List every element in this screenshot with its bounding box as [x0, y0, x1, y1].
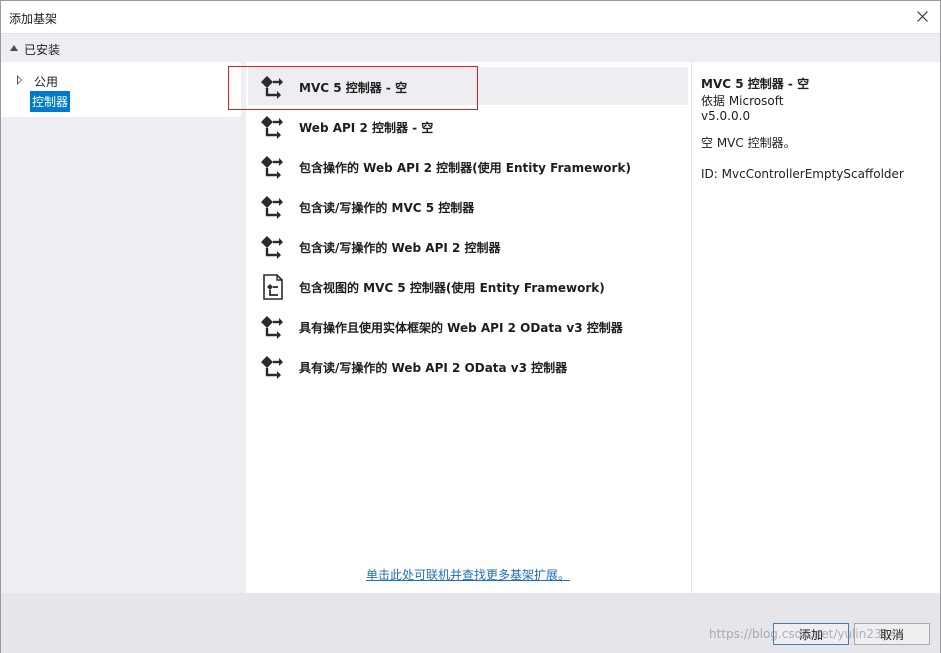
window-title: 添加基架	[9, 12, 58, 26]
close-button[interactable]	[910, 5, 934, 27]
button-bar: 添加 取消	[1, 593, 940, 653]
installed-label: 已安装	[24, 43, 61, 57]
detail-author: 依据 Microsoft	[701, 94, 784, 108]
category-tree: 公用 控制器	[1, 62, 241, 117]
expand-arrow-icon[interactable]	[17, 75, 22, 85]
tree-item-controller[interactable]: 控制器	[1, 90, 241, 112]
controller-icon	[261, 316, 283, 339]
template-list: MVC 5 控制器 - 空 Web API 2 控制器 - 空 包含操作的 We…	[246, 62, 691, 593]
controller-icon	[261, 116, 283, 139]
template-item[interactable]: 包含操作的 Web API 2 控制器(使用 Entity Framework)	[248, 147, 688, 185]
controller-icon	[261, 156, 283, 179]
template-label: 包含视图的 MVC 5 控制器(使用 Entity Framework)	[299, 281, 605, 295]
template-label: 包含读/写操作的 MVC 5 控制器	[299, 201, 475, 215]
template-label: 具有读/写操作的 Web API 2 OData v3 控制器	[299, 361, 568, 375]
add-scaffold-dialog: 添加基架 已安装 公用 控制器 MVC 5 控制器 - 空 Web API 2 …	[0, 0, 941, 653]
template-item[interactable]: 包含视图的 MVC 5 控制器(使用 Entity Framework)	[248, 267, 688, 305]
template-label: Web API 2 控制器 - 空	[299, 121, 434, 135]
detail-id: ID: MvcControllerEmptyScaffolder	[701, 167, 904, 181]
template-item[interactable]: 包含读/写操作的 Web API 2 控制器	[248, 227, 688, 265]
online-extensions-link[interactable]: 单击此处可联机并查找更多基架扩展。	[366, 566, 570, 583]
controller-icon	[261, 236, 283, 259]
left-pane-background	[1, 117, 246, 593]
template-item[interactable]: Web API 2 控制器 - 空	[248, 107, 688, 145]
detail-name: MVC 5 控制器 - 空	[701, 77, 810, 91]
title-bar: 添加基架	[1, 1, 940, 33]
controller-icon	[261, 196, 283, 219]
detail-description: 空 MVC 控制器。	[701, 136, 796, 150]
template-item[interactable]: 具有操作且使用实体框架的 Web API 2 OData v3 控制器	[248, 307, 688, 345]
close-icon	[916, 10, 928, 22]
tree-item-label: 控制器	[30, 91, 71, 112]
highlight-box	[228, 66, 478, 110]
detail-version: v5.0.0.0	[701, 109, 751, 123]
installed-header[interactable]: 已安装	[1, 33, 940, 62]
tree-item-label: 公用	[34, 75, 59, 89]
tree-item-common[interactable]: 公用	[1, 70, 241, 90]
controller-icon	[261, 356, 283, 379]
template-item[interactable]: 包含读/写操作的 MVC 5 控制器	[248, 187, 688, 225]
watermark-text: https://blog.csdn.net/yulin2314	[709, 627, 897, 641]
details-pane: MVC 5 控制器 - 空 依据 Microsoft v5.0.0.0 空 MV…	[691, 62, 940, 593]
template-item[interactable]: 具有读/写操作的 Web API 2 OData v3 控制器	[248, 347, 688, 385]
template-label: 具有操作且使用实体框架的 Web API 2 OData v3 控制器	[299, 321, 623, 335]
template-label: 包含读/写操作的 Web API 2 控制器	[299, 241, 501, 255]
view-document-icon	[263, 274, 283, 300]
collapse-triangle-icon	[10, 45, 18, 51]
template-label: 包含操作的 Web API 2 控制器(使用 Entity Framework)	[299, 161, 631, 175]
